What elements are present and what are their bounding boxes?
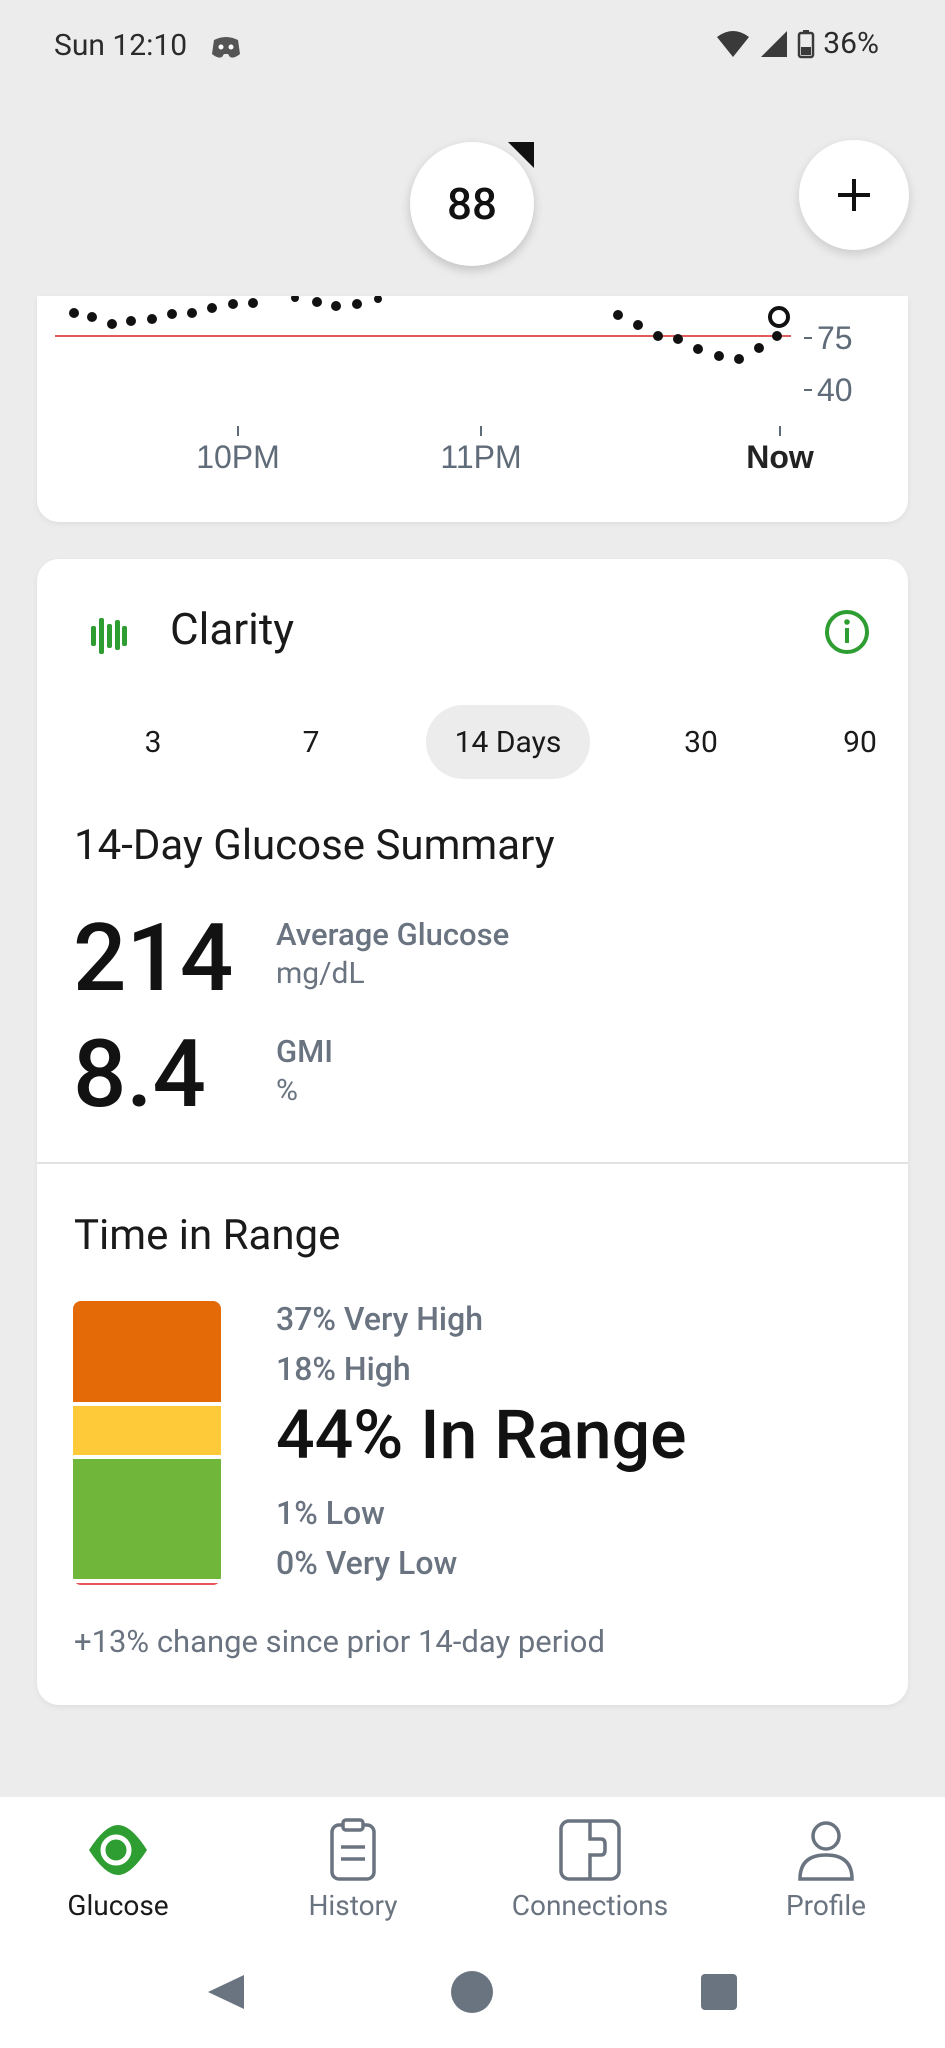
glucose-point bbox=[754, 343, 764, 353]
connections-icon bbox=[559, 1819, 621, 1881]
nav-profile[interactable]: Profile bbox=[726, 1817, 926, 1937]
glucose-point bbox=[331, 301, 341, 311]
wifi-icon bbox=[717, 30, 750, 57]
tir-low-segment bbox=[73, 1583, 221, 1585]
glucose-point bbox=[207, 303, 217, 313]
glucose-point bbox=[374, 296, 382, 303]
glucose-point bbox=[187, 308, 197, 318]
nav-profile-label: Profile bbox=[785, 1889, 867, 1922]
glucose-trend-chart[interactable]: 75 40 10PM 11PM Now bbox=[37, 296, 908, 522]
glucose-point bbox=[714, 351, 724, 361]
glucose-point bbox=[147, 314, 157, 324]
time-in-range-title: Time in Range bbox=[74, 1211, 341, 1260]
gmi-unit: % bbox=[276, 1073, 298, 1108]
glucose-point bbox=[228, 299, 238, 309]
glucose-point bbox=[126, 316, 136, 326]
glucose-point bbox=[87, 312, 97, 322]
average-glucose-value: 214 bbox=[73, 903, 234, 1013]
nav-connections-label: Connections bbox=[511, 1889, 669, 1922]
info-icon[interactable] bbox=[824, 609, 870, 655]
gmi-value: 8.4 bbox=[73, 1019, 206, 1129]
home-icon bbox=[451, 1971, 493, 2013]
glucose-chart-plot: 75 40 10PM 11PM Now bbox=[55, 296, 853, 475]
trend-arrow-icon bbox=[508, 142, 534, 168]
plus-icon bbox=[838, 179, 870, 211]
glucose-point bbox=[291, 296, 299, 302]
period-tabs: 3 7 14 Days 30 90 bbox=[73, 705, 877, 779]
glucose-point bbox=[734, 354, 744, 364]
tab-30-days[interactable]: 30 bbox=[666, 705, 736, 779]
tir-high-label: 18% High bbox=[276, 1350, 411, 1388]
summary-title: 14-Day Glucose Summary bbox=[74, 821, 555, 870]
time-in-range-bar bbox=[73, 1301, 221, 1585]
glucose-point bbox=[653, 331, 663, 341]
tir-low-label: 1% Low bbox=[276, 1494, 385, 1532]
add-event-button[interactable] bbox=[799, 140, 909, 250]
recents-icon bbox=[701, 1974, 737, 2010]
glucose-point bbox=[673, 334, 683, 344]
gmi-label: GMI bbox=[276, 1033, 334, 1070]
tir-in-range-label: 44% In Range bbox=[276, 1395, 687, 1475]
tir-very-high-segment bbox=[73, 1301, 221, 1402]
system-navigation-bar bbox=[208, 1971, 737, 2013]
section-divider bbox=[37, 1162, 908, 1164]
glucose-points bbox=[69, 296, 782, 364]
clarity-bars-icon bbox=[91, 618, 127, 654]
x-axis: 10PM 11PM Now bbox=[196, 426, 814, 475]
nav-connections[interactable]: Connections bbox=[490, 1817, 690, 1937]
glucose-eye-icon bbox=[89, 1825, 147, 1875]
tir-very-high-label: 37% Very High bbox=[276, 1300, 483, 1338]
cellular-signal-icon bbox=[761, 30, 788, 57]
nav-history-label: History bbox=[308, 1889, 398, 1922]
glucose-point bbox=[312, 297, 322, 307]
tir-change-text: +13% change since prior 14-day period bbox=[74, 1623, 605, 1660]
glucose-point bbox=[772, 331, 782, 341]
status-time: Sun 12:10 bbox=[54, 28, 188, 63]
x-tick-label: 11PM bbox=[440, 439, 521, 475]
status-indicators: 36% bbox=[715, 26, 879, 61]
bottom-navigation: Glucose History Connections Profile bbox=[0, 1797, 945, 2048]
glucose-point bbox=[248, 298, 258, 308]
glucose-point bbox=[107, 319, 117, 329]
tab-14-days[interactable]: 14 Days bbox=[426, 705, 590, 779]
tir-high-segment bbox=[73, 1406, 221, 1455]
glucose-point bbox=[613, 310, 623, 320]
nav-glucose[interactable]: Glucose bbox=[18, 1817, 218, 1937]
nav-history[interactable]: History bbox=[253, 1817, 453, 1937]
profile-icon bbox=[798, 1821, 854, 1881]
battery-percent: 36% bbox=[823, 26, 879, 61]
glucose-point bbox=[633, 320, 643, 330]
tir-in-range-segment bbox=[73, 1459, 221, 1579]
x-tick-label: 10PM bbox=[196, 439, 280, 475]
tab-7-days[interactable]: 7 bbox=[281, 705, 341, 779]
clipboard-icon bbox=[330, 1818, 376, 1881]
clarity-card: Clarity 3 7 14 Days 30 90 14-Day Glucose… bbox=[37, 559, 908, 1705]
current-glucose-point bbox=[768, 306, 790, 328]
clarity-title: Clarity bbox=[170, 603, 295, 655]
current-glucose-value: 88 bbox=[446, 178, 497, 230]
glucose-point bbox=[352, 299, 362, 309]
glucose-point bbox=[69, 308, 79, 318]
y-tick-label: 40 bbox=[817, 372, 853, 408]
y-axis: 75 40 bbox=[804, 320, 853, 408]
tir-very-low-label: 0% Very Low bbox=[276, 1544, 458, 1582]
tab-3-days[interactable]: 3 bbox=[123, 705, 183, 779]
tab-90-days[interactable]: 90 bbox=[825, 705, 895, 779]
battery-icon bbox=[798, 29, 815, 58]
average-glucose-label: Average Glucose bbox=[276, 916, 510, 953]
back-icon bbox=[208, 1975, 244, 2009]
glucose-point bbox=[693, 344, 703, 354]
y-tick-label: 75 bbox=[817, 320, 853, 356]
x-tick-label-now: Now bbox=[746, 439, 814, 475]
discord-notification-icon bbox=[212, 37, 240, 58]
average-glucose-unit: mg/dL bbox=[276, 956, 365, 991]
nav-glucose-label: Glucose bbox=[67, 1889, 169, 1922]
glucose-point bbox=[167, 309, 177, 319]
status-bar: Sun 12:10 36% bbox=[0, 0, 945, 96]
